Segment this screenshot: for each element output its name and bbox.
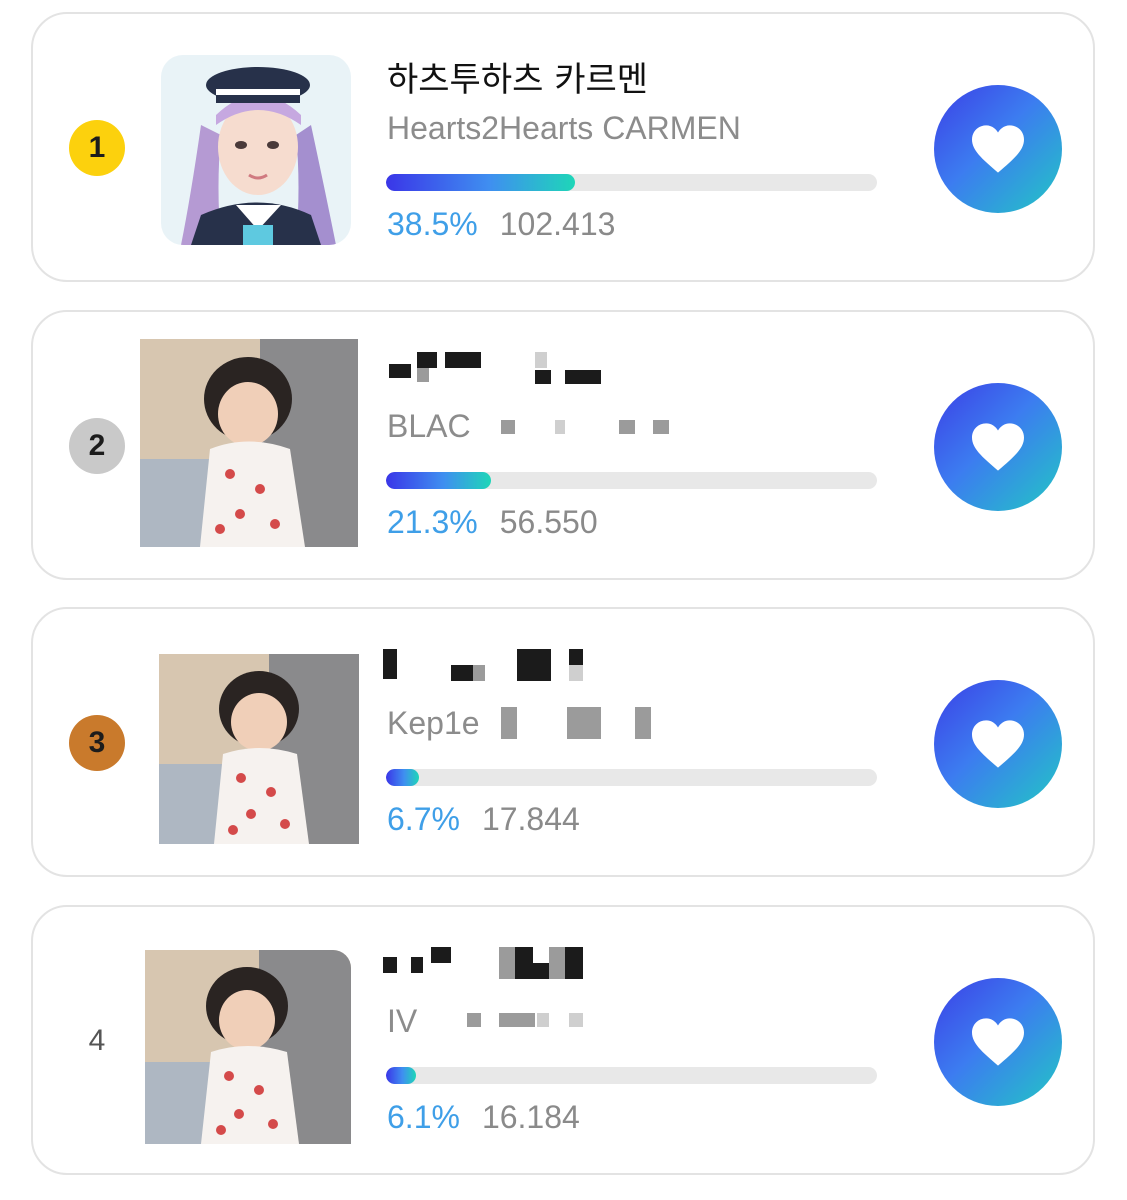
- vote-percent: 6.1%: [387, 1099, 460, 1135]
- vote-heart-button[interactable]: [934, 85, 1062, 213]
- vote-heart-button[interactable]: [934, 383, 1062, 511]
- vote-count: 16.184: [481, 1099, 580, 1135]
- vote-progress-bar: [386, 769, 877, 786]
- rank-badge-silver: 2: [69, 418, 125, 474]
- rank-badge-bronze: 3: [69, 715, 125, 771]
- vote-progress-fill: [386, 472, 491, 489]
- vote-heart-button[interactable]: [934, 680, 1062, 808]
- vote-progress-bar: [386, 472, 877, 489]
- vote-progress-fill: [386, 174, 576, 191]
- vote-percent: 6.7%: [387, 801, 460, 837]
- vote-card-3: 3 Kep1e 6.7% 17.844: [31, 607, 1095, 877]
- vote-stats: 38.5% 102.413: [387, 206, 615, 243]
- heart-icon: [972, 423, 1024, 471]
- artist-subname-censored: IV: [387, 1003, 687, 1039]
- vote-card-2: 2 BLAC 21.3% 56.550: [31, 310, 1095, 580]
- vote-percent: 38.5%: [387, 206, 478, 242]
- avatar-placeholder-photo: [140, 339, 358, 547]
- artist-name-censored: [383, 945, 607, 985]
- avatar-placeholder-photo: [145, 950, 351, 1144]
- vote-card-4: 4 IV 6.1% 16.184: [31, 905, 1095, 1175]
- rank-badge-gold: 1: [69, 120, 125, 176]
- vote-progress-fill: [386, 1067, 416, 1084]
- vote-progress-fill: [386, 769, 419, 786]
- rank-number: 4: [88, 1024, 106, 1057]
- vote-stats: 21.3% 56.550: [387, 504, 598, 541]
- artist-subname: Hearts2Hearts CARMEN: [387, 110, 741, 146]
- heart-icon: [972, 1018, 1024, 1066]
- vote-stats: 6.1% 16.184: [387, 1099, 580, 1136]
- vote-progress-bar: [386, 174, 877, 191]
- avatar-idol: [161, 55, 351, 245]
- avatar-placeholder-photo: [159, 654, 359, 844]
- vote-count: 17.844: [481, 801, 580, 837]
- vote-heart-button[interactable]: [934, 978, 1062, 1106]
- vote-percent: 21.3%: [387, 504, 478, 540]
- vote-count: 56.550: [499, 504, 598, 540]
- heart-icon: [972, 720, 1024, 768]
- vote-count: 102.413: [499, 206, 616, 242]
- artist-subname-censored: Kep1e: [387, 705, 687, 741]
- vote-stats: 6.7% 17.844: [387, 801, 580, 838]
- artist-subname-censored: BLAC: [387, 408, 687, 444]
- artist-name-censored: [383, 647, 607, 687]
- heart-icon: [972, 125, 1024, 173]
- vote-progress-bar: [386, 1067, 877, 1084]
- artist-name-censored: [387, 350, 607, 390]
- vote-card-1: 1 하츠투하츠 카르멘 Hearts2Hearts CARMEN 38.5% 10…: [31, 12, 1095, 282]
- artist-name: 하츠투하츠 카르멘: [387, 60, 649, 100]
